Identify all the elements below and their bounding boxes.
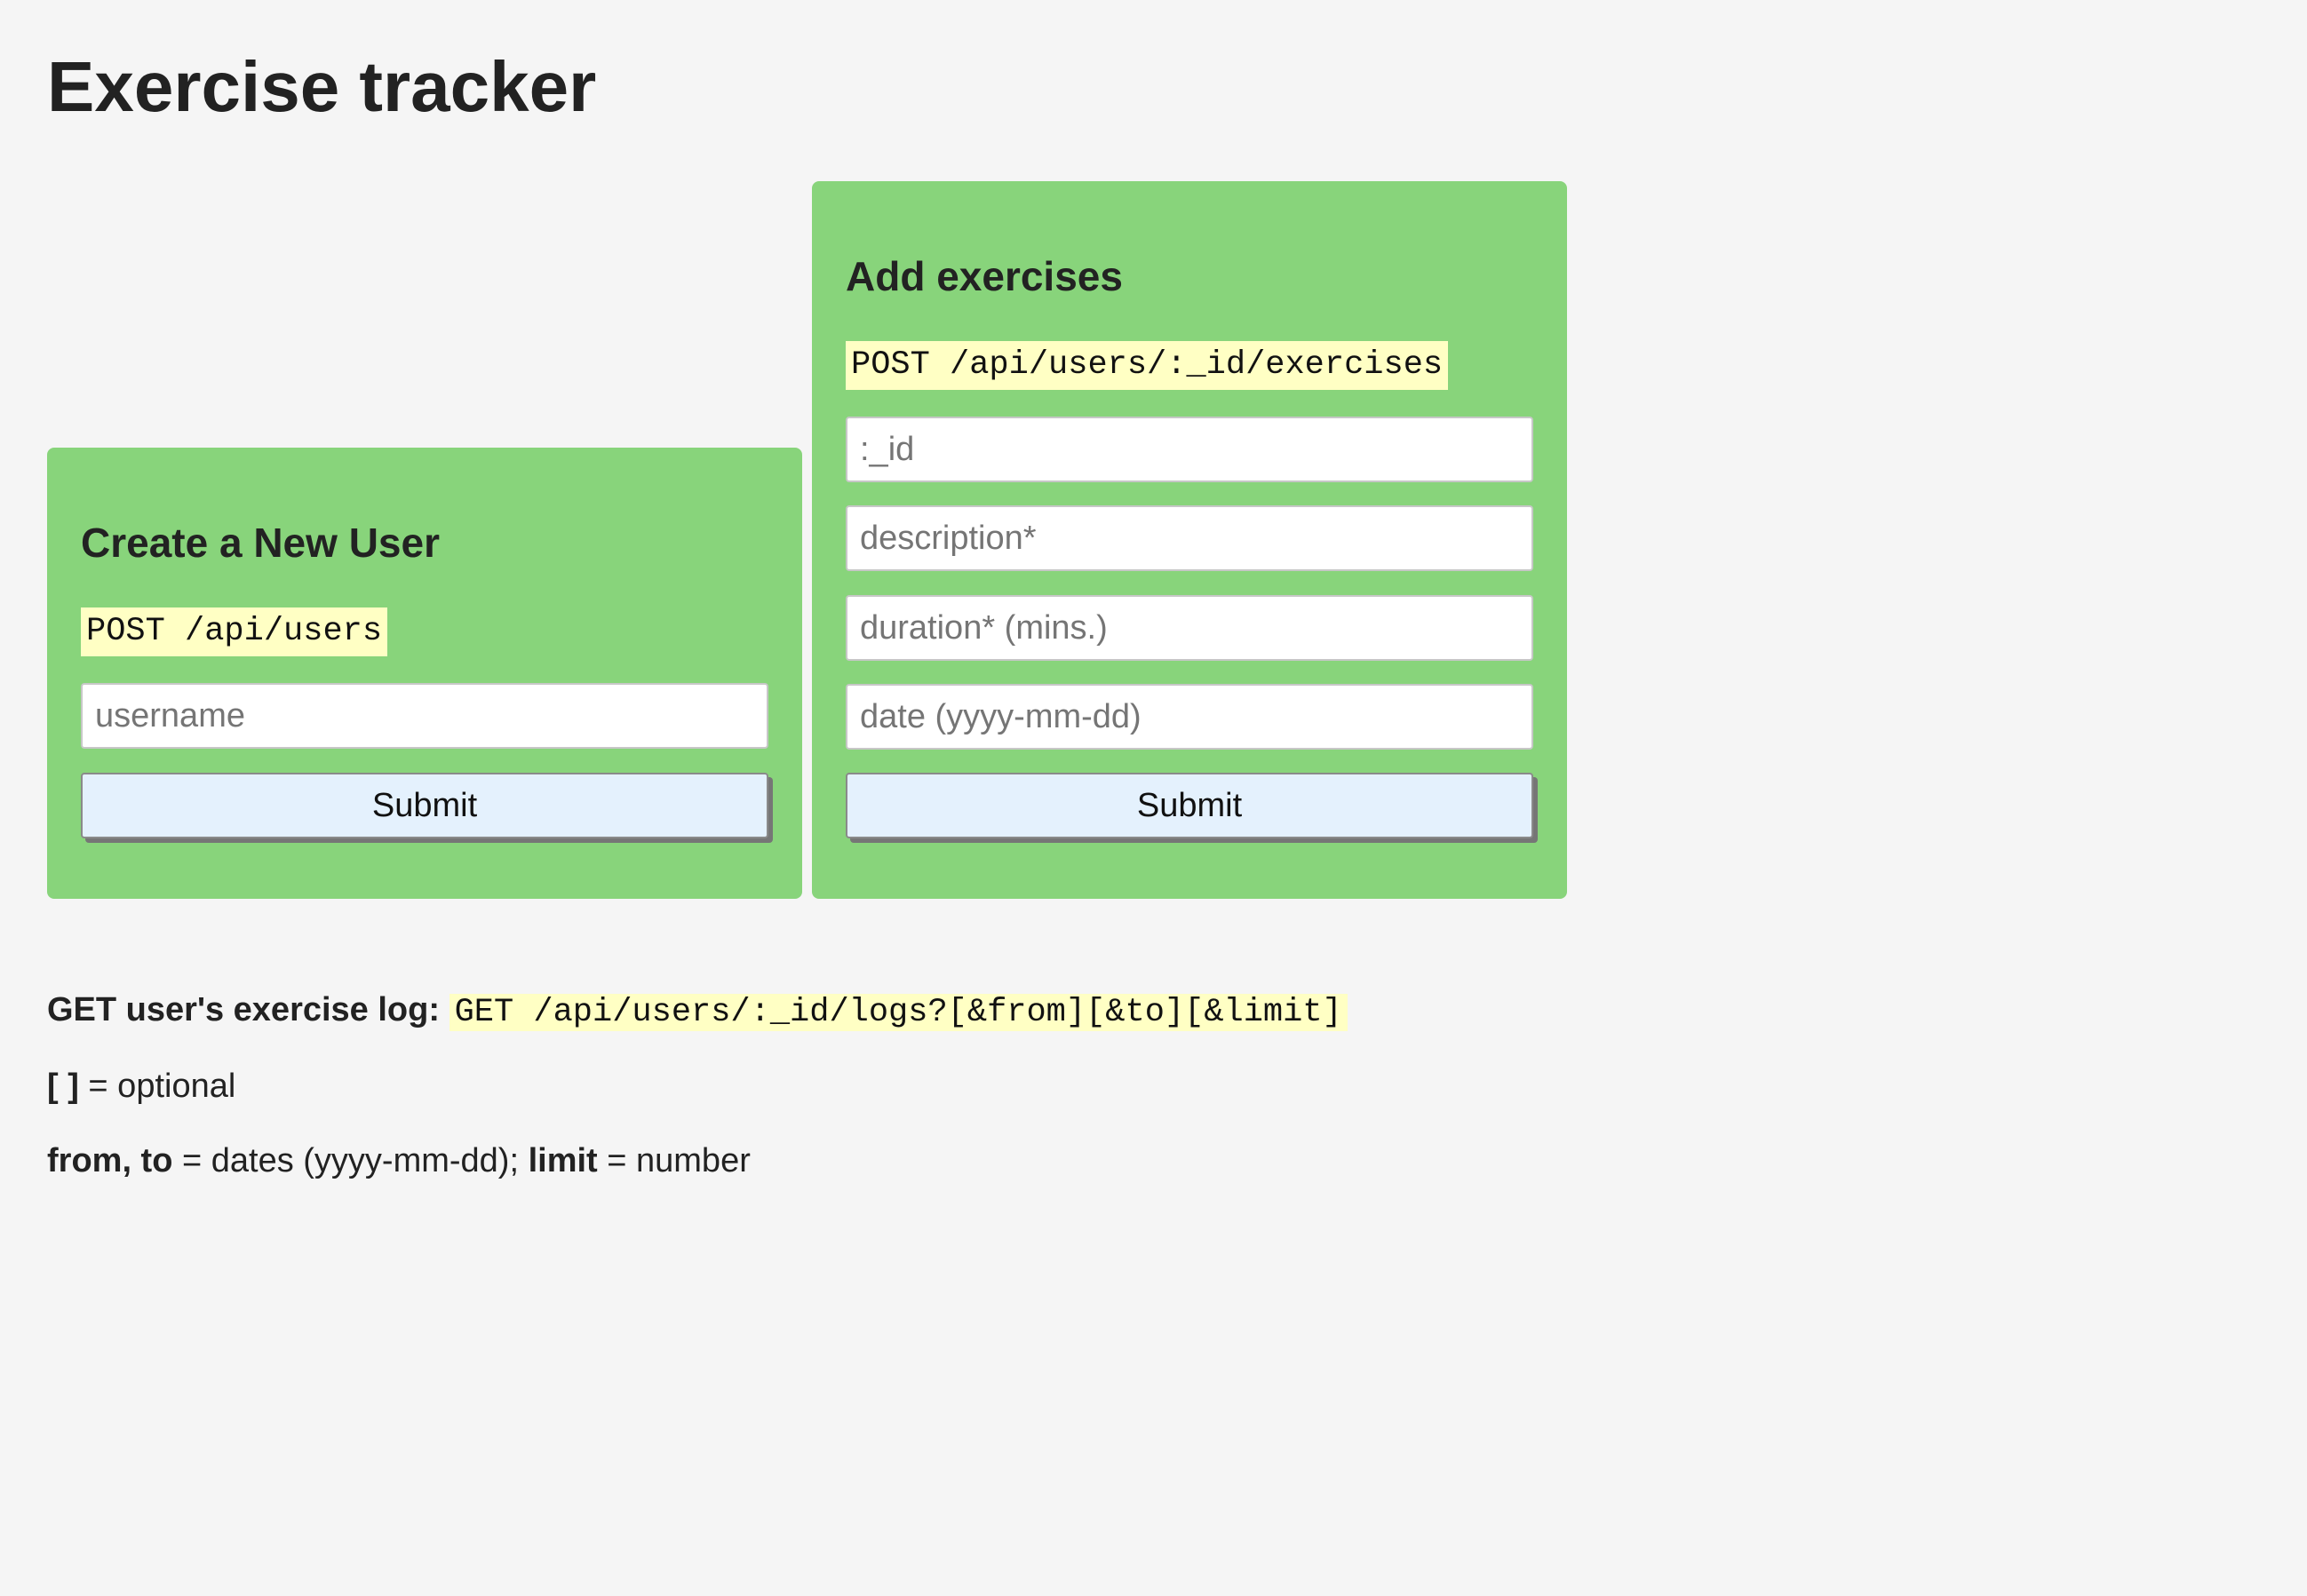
create-user-heading: Create a New User — [81, 520, 440, 566]
exercise-log-info: GET user's exercise log: GET /api/users/… — [47, 984, 1348, 1038]
number-text: = number — [597, 1142, 751, 1179]
create-user-form: Create a New User POST /api/users Submit — [47, 448, 802, 899]
page-title: Exercise tracker — [47, 47, 597, 126]
add-exercise-endpoint: POST /api/users/:_id/exercises — [846, 341, 1449, 390]
optional-symbol: [ ] — [47, 1068, 79, 1105]
limit-label: limit — [528, 1142, 598, 1179]
add-exercise-form: Add exercises POST /api/users/:_id/exerc… — [812, 181, 1567, 899]
create-user-submit-button[interactable]: Submit — [81, 773, 768, 838]
add-exercise-heading: Add exercises — [846, 253, 1123, 299]
user-id-input[interactable] — [846, 417, 1533, 482]
params-note: from, to = dates (yyyy-mm-dd); limit = n… — [47, 1135, 751, 1187]
exercise-log-label: GET user's exercise log: — [47, 991, 441, 1028]
username-input[interactable] — [81, 683, 768, 749]
description-input[interactable] — [846, 505, 1533, 571]
add-exercise-submit-button[interactable]: Submit — [846, 773, 1533, 838]
page: Exercise tracker Create a New User POST … — [0, 0, 2307, 1596]
optional-text: = optional — [78, 1068, 236, 1105]
exercise-log-endpoint: GET /api/users/:_id/logs?[&from][&to][&l… — [449, 994, 1348, 1031]
date-input[interactable] — [846, 684, 1533, 750]
duration-input[interactable] — [846, 595, 1533, 661]
dates-text: = dates (yyyy-mm-dd); — [172, 1142, 529, 1179]
optional-note: [ ] = optional — [47, 1060, 235, 1112]
create-user-endpoint: POST /api/users — [81, 607, 388, 656]
from-to-label: from, to — [47, 1142, 173, 1179]
